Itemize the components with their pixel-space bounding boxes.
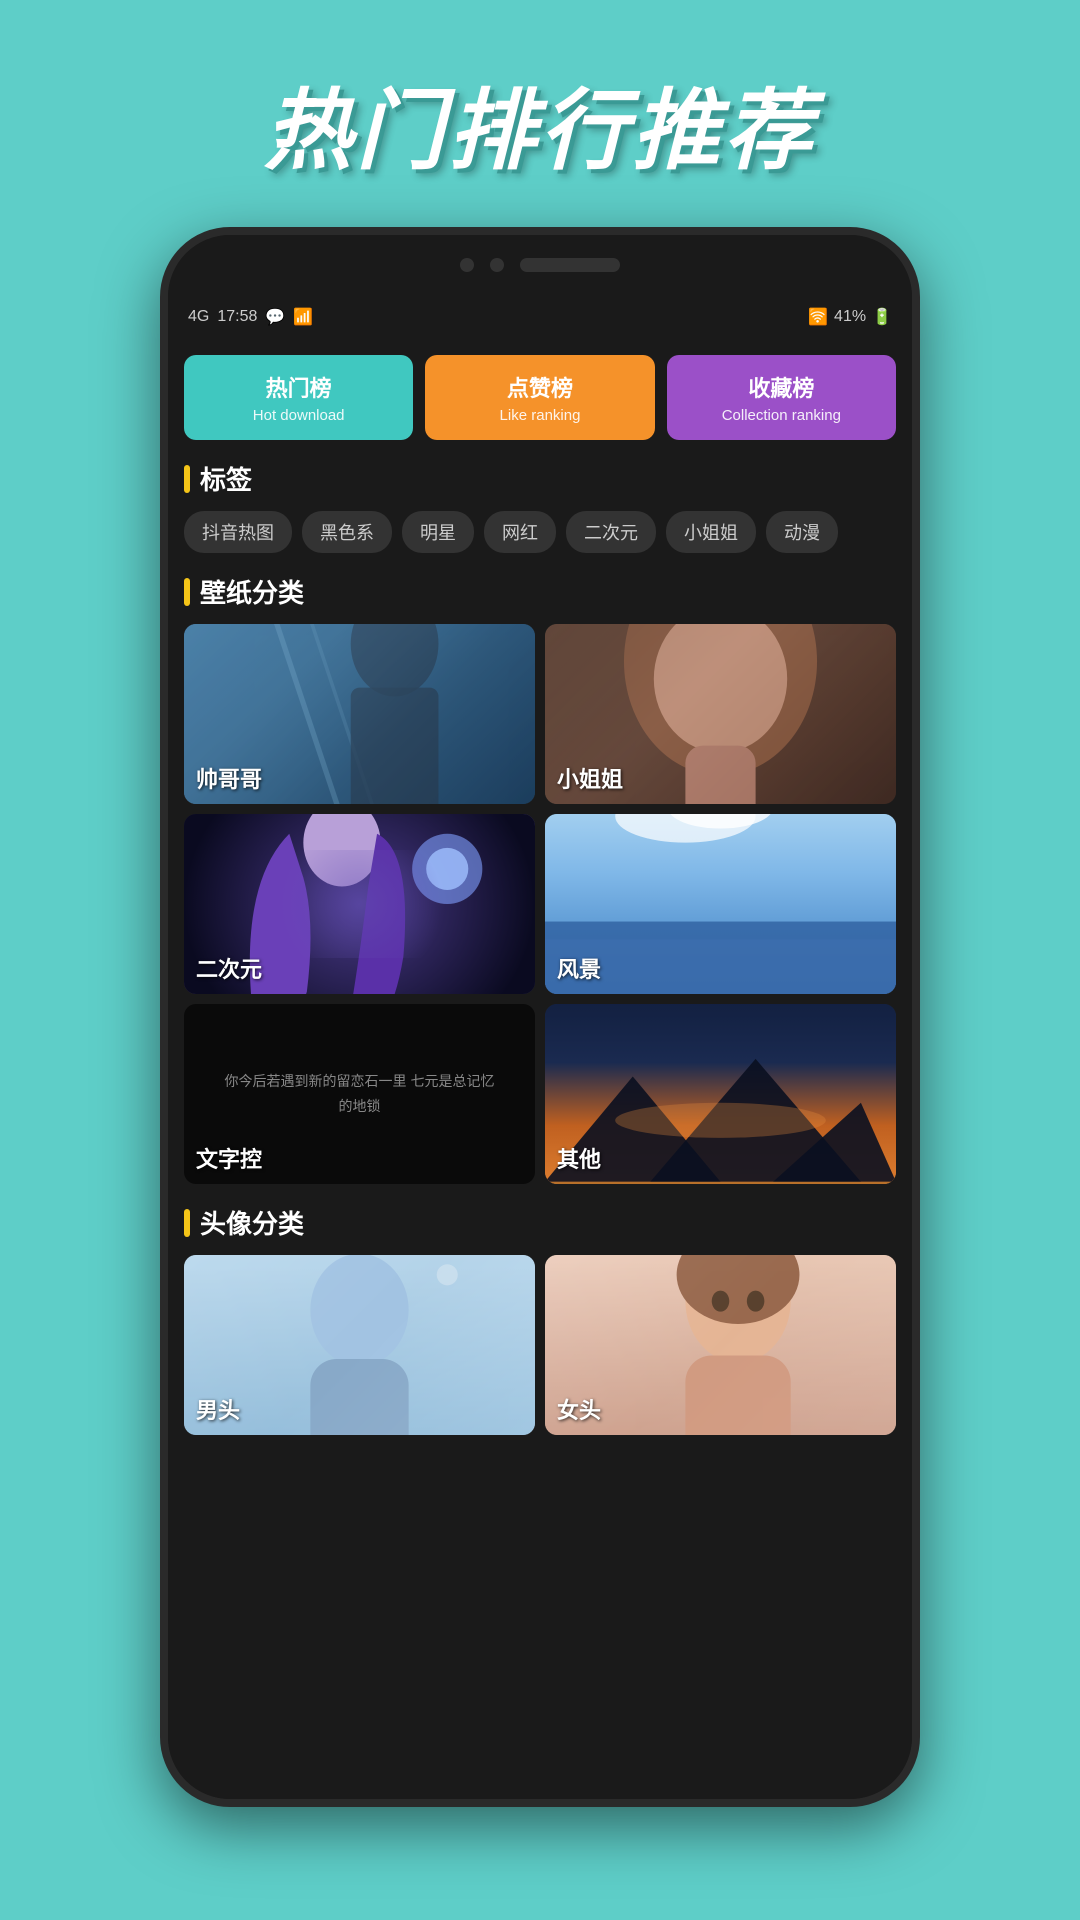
phone-notch (168, 235, 912, 295)
battery-text: 41% (834, 308, 866, 326)
tags-section-title: 标签 (184, 460, 896, 497)
tab-hot-main: 热门榜 (266, 371, 332, 403)
tab-collection-ranking[interactable]: 收藏榜 Collection ranking (667, 355, 896, 440)
section-bar-tags (184, 465, 190, 493)
wallpaper-label-wenzi: 文字控 (196, 1142, 262, 1174)
wallpaper-label-anime: 二次元 (196, 952, 262, 984)
avatar-section-title: 头像分类 (184, 1204, 896, 1241)
signal-text: 4G (188, 308, 209, 326)
notch-dot-1 (460, 258, 474, 272)
wallpaper-item-jiejie[interactable]: 小姐姐 (545, 624, 896, 804)
tag-wanghong[interactable]: 网红 (484, 511, 556, 553)
wallpaper-label-shuai: 帅哥哥 (196, 762, 262, 794)
network-icon: 📶 (293, 307, 313, 327)
tab-hot-sub: Hot download (253, 407, 345, 424)
tab-row: 热门榜 Hot download 点赞榜 Like ranking 收藏榜 Co… (184, 355, 896, 440)
notch-pill (520, 258, 620, 272)
wallpaper-item-anime[interactable]: 二次元 (184, 814, 535, 994)
tab-like-sub: Like ranking (500, 407, 581, 424)
avatar-label-female: 女头 (557, 1393, 601, 1425)
wallpaper-item-qita[interactable]: 其他 (545, 1004, 896, 1184)
wechat-icon: 💬 (265, 307, 285, 327)
tab-collection-sub: Collection ranking (722, 407, 841, 424)
wallpaper-grid: 帅哥哥 (184, 624, 896, 1184)
avatar-item-male[interactable]: 男头 (184, 1255, 535, 1435)
tags-row: 抖音热图 黑色系 明星 网红 二次元 小姐姐 动漫 (184, 511, 896, 553)
status-bar: 4G 17:58 💬 📶 🛜 41% 🔋 (168, 295, 912, 339)
wallpaper-title-text: 壁纸分类 (200, 573, 304, 610)
avatar-grid: 男头 (184, 1255, 896, 1435)
tab-collection-main: 收藏榜 (748, 371, 814, 403)
tag-dongman[interactable]: 动漫 (766, 511, 838, 553)
wallpaper-label-jiejie: 小姐姐 (557, 762, 623, 794)
avatar-title-text: 头像分类 (200, 1204, 304, 1241)
tag-mingxing[interactable]: 明星 (402, 511, 474, 553)
tab-like-ranking[interactable]: 点赞榜 Like ranking (425, 355, 654, 440)
wallpaper-item-shuai[interactable]: 帅哥哥 (184, 624, 535, 804)
phone-frame: 4G 17:58 💬 📶 🛜 41% 🔋 热门榜 Hot download 点赞… (160, 227, 920, 1807)
avatar-section: 头像分类 (184, 1204, 896, 1435)
wallpaper-item-fengjing[interactable]: 风景 (545, 814, 896, 994)
wenzi-content: 你今后若遇到新的留恋石一里 七元是总记忆的地锁 (202, 1049, 518, 1139)
avatar-item-female[interactable]: 女头 (545, 1255, 896, 1435)
wifi-icon: 🛜 (808, 307, 828, 327)
avatar-label-male: 男头 (196, 1393, 240, 1425)
tag-heise[interactable]: 黑色系 (302, 511, 392, 553)
tags-title-text: 标签 (200, 460, 252, 497)
tag-erciyan[interactable]: 二次元 (566, 511, 656, 553)
tab-hot-download[interactable]: 热门榜 Hot download (184, 355, 413, 440)
status-time: 17:58 (217, 308, 257, 326)
wallpaper-label-fengjing: 风景 (557, 952, 601, 984)
wallpaper-label-qita: 其他 (557, 1142, 601, 1174)
section-bar-avatar (184, 1209, 190, 1237)
wallpaper-item-wenzi[interactable]: 你今后若遇到新的留恋石一里 七元是总记忆的地锁 文字控 (184, 1004, 535, 1184)
page-title: 热门排行推荐 (264, 60, 816, 187)
phone-content[interactable]: 热门榜 Hot download 点赞榜 Like ranking 收藏榜 Co… (168, 339, 912, 1799)
status-left: 4G 17:58 💬 📶 (188, 307, 313, 327)
wallpaper-section-title: 壁纸分类 (184, 573, 896, 610)
section-bar-wallpaper (184, 578, 190, 606)
tag-douyin[interactable]: 抖音热图 (184, 511, 292, 553)
notch-dot-2 (490, 258, 504, 272)
tab-like-main: 点赞榜 (507, 371, 573, 403)
tag-xiaojiejie[interactable]: 小姐姐 (666, 511, 756, 553)
status-right: 🛜 41% 🔋 (808, 307, 892, 327)
battery-icon: 🔋 (872, 307, 892, 327)
